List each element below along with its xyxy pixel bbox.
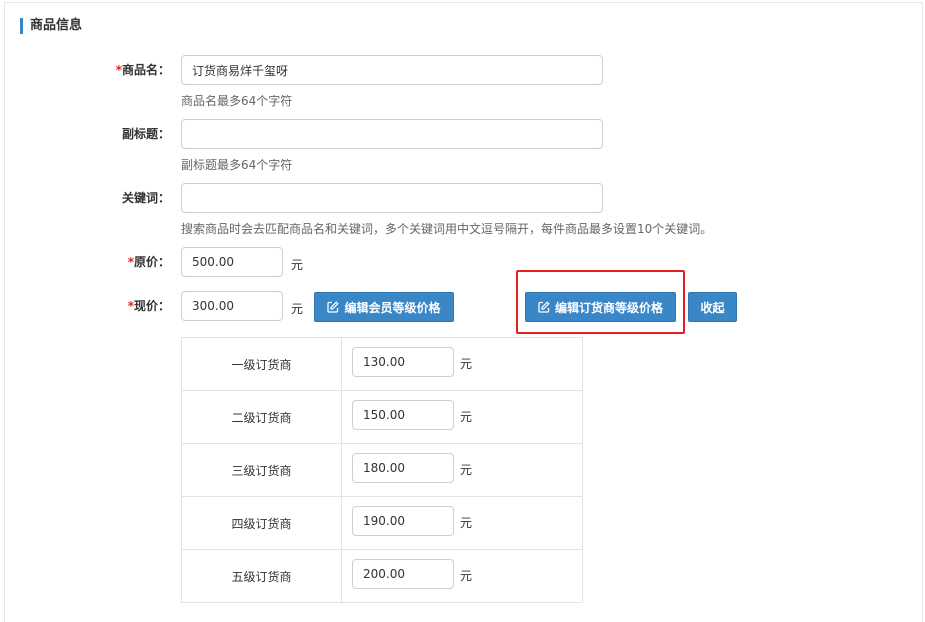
dealer-level-price-table: 一级订货商元二级订货商元三级订货商元四级订货商元五级订货商元 (181, 337, 583, 603)
dealer-level-price-cell: 元 (341, 496, 583, 550)
current-price-unit: 元 (291, 302, 304, 316)
current-price-label: *现价： (18, 291, 170, 321)
keywords-label: 关键词： (121, 191, 170, 205)
product-name-input[interactable] (181, 55, 603, 85)
product-name-label: *商品名： (18, 55, 170, 85)
dealer-level-price-input[interactable] (352, 347, 454, 377)
current-price-input[interactable] (181, 291, 283, 321)
original-price-unit: 元 (291, 258, 304, 272)
edit-icon (327, 301, 340, 313)
dealer-level-price-unit: 元 (460, 569, 473, 583)
dealer-level-price-input[interactable] (352, 400, 454, 430)
dealer-level-price-unit: 元 (460, 357, 473, 371)
dealer-level-price-cell: 元 (341, 443, 583, 497)
dealer-level-name: 五级订货商 (181, 549, 342, 603)
dealer-level-name: 四级订货商 (181, 496, 342, 550)
dealer-level-price-input[interactable] (352, 559, 454, 589)
table-row: 一级订货商 元 (181, 337, 583, 391)
dealer-level-name: 二级订货商 (181, 390, 342, 444)
original-price-input[interactable] (181, 247, 283, 277)
section-title: 商品信息 (20, 18, 82, 34)
table-row: 二级订货商 元 (181, 390, 583, 444)
keywords-help: 搜索商品时会去匹配商品名和关键词，多个关键词用中文逗号隔开，每件商品最多设置10… (181, 222, 713, 236)
edit-member-price-button[interactable]: 编辑会员等级价格 (314, 292, 454, 322)
edit-member-price-label: 编辑会员等级价格 (344, 300, 441, 315)
dealer-level-price-cell: 元 (341, 549, 583, 603)
dealer-level-name: 三级订货商 (181, 443, 342, 497)
current-price-label-text: 现价： (133, 299, 170, 313)
keywords-input[interactable] (181, 183, 603, 213)
original-price-label-text: 原价： (133, 255, 170, 269)
subtitle-label: 副标题： (121, 127, 170, 141)
highlight-box (516, 270, 685, 334)
original-price-label: *原价： (18, 247, 170, 277)
product-name-help: 商品名最多64个字符 (181, 94, 293, 108)
collapse-button[interactable]: 收起 (688, 292, 737, 322)
subtitle-help: 副标题最多64个字符 (181, 158, 293, 172)
product-name-label-text: 商品名： (121, 63, 170, 77)
dealer-level-price-input[interactable] (352, 506, 454, 536)
table-row: 四级订货商 元 (181, 496, 583, 550)
subtitle-input[interactable] (181, 119, 603, 149)
dealer-level-name: 一级订货商 (181, 337, 342, 391)
collapse-label: 收起 (700, 300, 725, 315)
table-row: 五级订货商 元 (181, 549, 583, 603)
dealer-level-price-unit: 元 (460, 410, 473, 424)
dealer-level-price-input[interactable] (352, 453, 454, 483)
dealer-level-price-cell: 元 (341, 390, 583, 444)
dealer-level-price-cell: 元 (341, 337, 583, 391)
table-row: 三级订货商 元 (181, 443, 583, 497)
dealer-level-price-unit: 元 (460, 516, 473, 530)
dealer-level-price-unit: 元 (460, 463, 473, 477)
